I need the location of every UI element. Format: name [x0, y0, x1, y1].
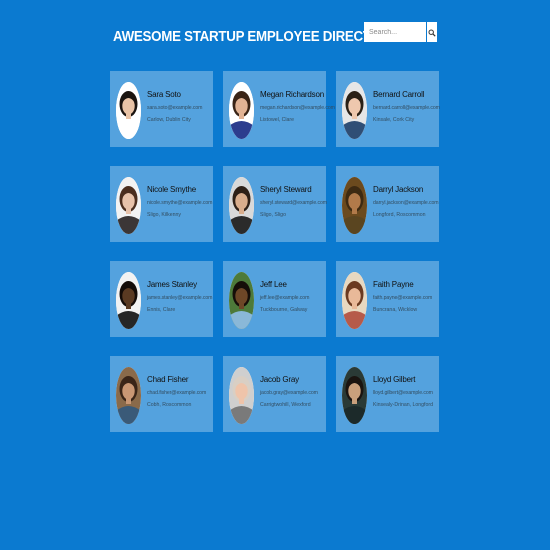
employee-card[interactable]: Faith Payne faith.payne@example.com Buncra…	[336, 261, 439, 337]
employee-card[interactable]: Lloyd Gilbert lloyd.gilbert@example.com Ki…	[336, 356, 439, 432]
employee-email: chad.fisher@example.com	[147, 390, 207, 396]
employee-email: darryl.jackson@example.com	[373, 200, 439, 206]
employee-name: Bernard Carroll	[373, 90, 425, 99]
employee-email: lloyd.gilbert@example.com	[373, 390, 433, 396]
employee-card[interactable]: Chad Fisher chad.fisher@example.com Cobh, …	[110, 356, 213, 432]
employee-card[interactable]: Darryl Jackson darryl.jackson@example.com…	[336, 166, 439, 242]
employee-avatar	[342, 367, 367, 424]
employee-info: Sheryl Steward sheryl.steward@example.com…	[260, 185, 327, 219]
employee-name: Faith Payne	[373, 280, 414, 289]
employee-location: Kinsale, Cork City	[373, 117, 415, 123]
employee-card[interactable]: Megan Richardson megan.richardson@example…	[223, 71, 335, 147]
employee-info: Bernard Carroll bernard.carroll@example.c…	[373, 90, 440, 124]
employee-avatar	[116, 177, 141, 234]
employee-info: Chad Fisher chad.fisher@example.com Cobh, …	[147, 375, 211, 409]
employee-info: Faith Payne faith.payne@example.com Buncra…	[373, 280, 437, 314]
employee-card[interactable]: Jeff Lee jeff.lee@example.com Tuckbourne, …	[223, 261, 326, 337]
employee-location: Carlow, Dublin City	[147, 117, 191, 123]
employee-location: Listowel, Clare	[260, 117, 295, 123]
employee-card[interactable]: Sheryl Steward sheryl.steward@example.com…	[223, 166, 327, 242]
employee-location: Ennis, Clare	[147, 307, 176, 313]
employee-email: faith.payne@example.com	[373, 295, 433, 301]
employee-avatar	[229, 177, 254, 234]
page-title: AWESOME STARTUP EMPLOYEE DIRECTORY	[113, 29, 399, 45]
employee-card[interactable]: James Stanley james.stanley@example.com En…	[110, 261, 213, 337]
employee-name: Megan Richardson	[260, 90, 324, 99]
employee-location: Tuckbourne, Galway	[260, 307, 308, 313]
employee-location: Longford, Roscommon	[373, 212, 426, 218]
employee-avatar	[116, 82, 141, 139]
employee-name: James Stanley	[147, 280, 197, 289]
employee-info: Jeff Lee jeff.lee@example.com Tuckbourne, …	[260, 280, 324, 314]
employee-email: jeff.lee@example.com	[260, 295, 310, 301]
employee-location: Buncrana, Wicklow	[373, 307, 418, 313]
employee-info: Darryl Jackson darryl.jackson@example.com…	[373, 185, 439, 219]
employee-avatar	[229, 367, 254, 424]
employee-location: Carrigtwohill, Wexford	[260, 402, 311, 408]
search-icon	[428, 25, 436, 40]
search-button[interactable]	[427, 22, 437, 42]
search-form	[364, 22, 437, 42]
employee-name: Jeff Lee	[260, 280, 287, 289]
employee-location: Sligo, Sligo	[260, 212, 286, 218]
employee-avatar	[116, 272, 141, 329]
employee-name: Sara Soto	[147, 90, 181, 99]
employee-name: Lloyd Gilbert	[373, 375, 416, 384]
employee-info: Nicole Smythe nicole.smythe@example.com Sl…	[147, 185, 213, 219]
employee-name: Jacob Gray	[260, 375, 299, 384]
employee-email: james.stanley@example.com	[147, 295, 213, 301]
employee-info: Jacob Gray jacob.gray@example.com Carrigtw…	[260, 375, 324, 409]
search-input[interactable]	[364, 22, 426, 42]
employee-name: Sheryl Steward	[260, 185, 312, 194]
employee-location: Sligo, Kilkenny	[147, 212, 182, 218]
employee-avatar	[342, 272, 367, 329]
employee-card[interactable]: Jacob Gray jacob.gray@example.com Carrigtw…	[223, 356, 326, 432]
employee-location: Kinsealy-Drinan, Longford	[373, 402, 433, 408]
employee-email: bernard.carroll@example.com	[373, 105, 440, 111]
employee-name: Nicole Smythe	[147, 185, 196, 194]
employee-location: Cobh, Roscommon	[147, 402, 192, 408]
employee-email: jacob.gray@example.com	[260, 390, 318, 396]
employee-email: sara.soto@example.com	[147, 105, 203, 111]
employee-avatar	[342, 82, 367, 139]
employee-avatar	[229, 272, 254, 329]
employee-info: Sara Soto sara.soto@example.com Carlow, Du…	[147, 90, 211, 124]
employee-name: Chad Fisher	[147, 375, 189, 384]
employee-card[interactable]: Sara Soto sara.soto@example.com Carlow, Du…	[110, 71, 213, 147]
employee-email: megan.richardson@example.com	[260, 105, 335, 111]
page-header: AWESOME STARTUP EMPLOYEE DIRECTORY	[110, 22, 440, 46]
employee-avatar	[342, 177, 367, 234]
employee-info: James Stanley james.stanley@example.com En…	[147, 280, 213, 314]
employee-avatar	[116, 367, 141, 424]
employee-email: sheryl.steward@example.com	[260, 200, 327, 206]
employee-avatar	[229, 82, 254, 139]
employee-info: Lloyd Gilbert lloyd.gilbert@example.com Ki…	[373, 375, 437, 409]
employee-email: nicole.smythe@example.com	[147, 200, 213, 206]
employee-card[interactable]: Bernard Carroll bernard.carroll@example.c…	[336, 71, 440, 147]
employee-name: Darryl Jackson	[373, 185, 424, 194]
employee-info: Megan Richardson megan.richardson@example…	[260, 90, 335, 124]
employee-card[interactable]: Nicole Smythe nicole.smythe@example.com Sl…	[110, 166, 213, 242]
